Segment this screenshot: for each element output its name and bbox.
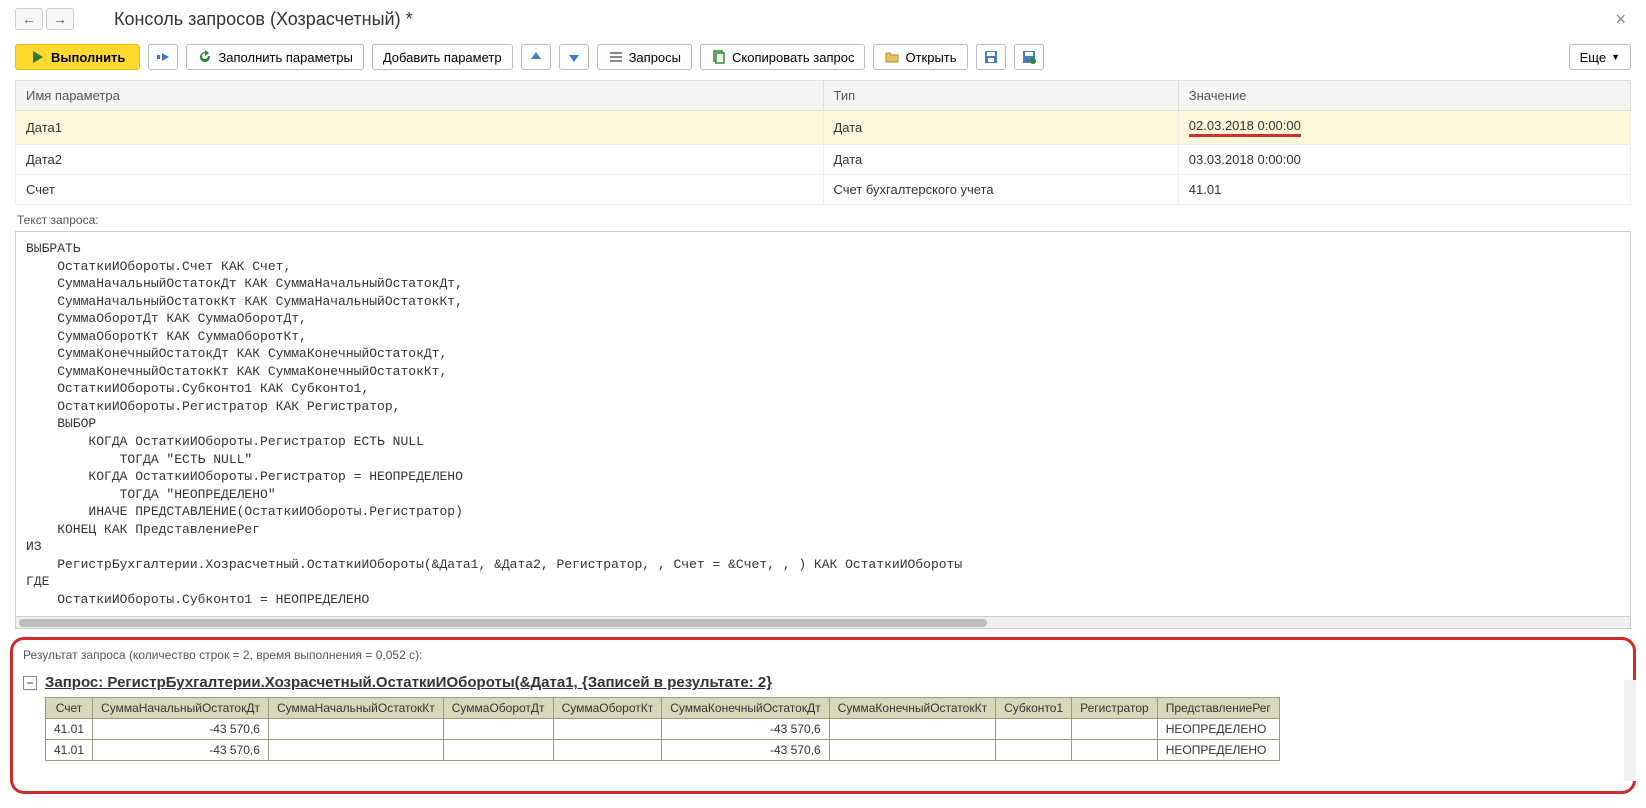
param-value-cell[interactable]: 41.01 — [1178, 175, 1630, 205]
more-button[interactable]: Еще ▼ — [1569, 44, 1631, 70]
results-row[interactable]: 41.01-43 570,6-43 570,6НЕОПРЕДЕЛЕНО — [46, 719, 1280, 740]
close-icon[interactable]: × — [1610, 9, 1631, 30]
nav-back-button[interactable]: ← — [15, 8, 43, 30]
results-cell[interactable] — [268, 719, 443, 740]
save-as-button[interactable] — [1014, 44, 1044, 70]
execute-button[interactable]: Выполнить — [15, 44, 140, 70]
param-type-cell[interactable]: Дата — [823, 111, 1178, 145]
param-row[interactable]: Дата1Дата02.03.2018 0:00:00 — [16, 111, 1631, 145]
query-text-editor[interactable]: ВЫБРАТЬ ОстаткиИОбороты.Счет КАК Счет, С… — [15, 231, 1631, 617]
refresh-icon — [197, 49, 213, 65]
results-cell[interactable] — [553, 740, 662, 761]
arrow-up-icon — [528, 49, 544, 65]
step-debug-button[interactable] — [148, 44, 178, 70]
results-cell[interactable]: -43 570,6 — [93, 740, 269, 761]
queries-button[interactable]: Запросы — [597, 44, 692, 70]
param-type-cell[interactable]: Счет бухгалтерского учета — [823, 175, 1178, 205]
params-table[interactable]: Имя параметра Тип Значение Дата1Дата02.0… — [15, 80, 1631, 205]
play-icon — [30, 49, 46, 65]
nav-forward-button[interactable]: → — [46, 8, 74, 30]
results-col-Регистратор[interactable]: Регистратор — [1072, 698, 1158, 719]
results-cell[interactable] — [1072, 719, 1158, 740]
param-name-cell[interactable]: Дата1 — [16, 111, 824, 145]
results-cell[interactable] — [553, 719, 662, 740]
list-icon — [608, 49, 624, 65]
results-cell[interactable]: -43 570,6 — [662, 740, 830, 761]
results-row[interactable]: 41.01-43 570,6-43 570,6НЕОПРЕДЕЛЕНО — [46, 740, 1280, 761]
results-col-Счет[interactable]: Счет — [46, 698, 93, 719]
param-row[interactable]: СчетСчет бухгалтерского учета41.01 — [16, 175, 1631, 205]
results-cell[interactable] — [1072, 740, 1158, 761]
copy-query-button[interactable]: Скопировать запрос — [700, 44, 865, 70]
page-title: Консоль запросов (Хозрасчетный) * — [84, 9, 413, 30]
save-icon — [983, 49, 999, 65]
results-cell[interactable]: НЕОПРЕДЕЛЕНО — [1157, 719, 1279, 740]
param-row[interactable]: Дата2Дата03.03.2018 0:00:00 — [16, 145, 1631, 175]
results-col-ПредставлениеРег[interactable]: ПредставлениеРег — [1157, 698, 1279, 719]
open-button[interactable]: Открыть — [873, 44, 967, 70]
results-cell[interactable] — [443, 719, 553, 740]
results-cell[interactable] — [268, 740, 443, 761]
results-cell[interactable] — [829, 719, 995, 740]
folder-open-icon — [884, 49, 900, 65]
copy-icon — [711, 49, 727, 65]
results-col-СуммаОборотКт[interactable]: СуммаОборотКт — [553, 698, 662, 719]
results-cell[interactable] — [443, 740, 553, 761]
step-icon — [155, 49, 171, 65]
results-summary-label: Результат запроса (количество строк = 2,… — [23, 648, 1623, 662]
results-cell[interactable]: -43 570,6 — [93, 719, 269, 740]
move-up-button[interactable] — [521, 44, 551, 70]
results-cell[interactable] — [996, 740, 1072, 761]
save-as-icon — [1021, 49, 1037, 65]
results-col-СуммаОборотДт[interactable]: СуммаОборотДт — [443, 698, 553, 719]
param-type-cell[interactable]: Дата — [823, 145, 1178, 175]
save-button[interactable] — [976, 44, 1006, 70]
col-param-value[interactable]: Значение — [1178, 81, 1630, 111]
col-param-name[interactable]: Имя параметра — [16, 81, 824, 111]
results-table[interactable]: СчетСуммаНачальныйОстатокДтСуммаНачальны… — [45, 697, 1280, 761]
results-cell[interactable]: 41.01 — [46, 740, 93, 761]
param-name-cell[interactable]: Дата2 — [16, 145, 824, 175]
results-col-СуммаКонечныйОстатокДт[interactable]: СуммаКонечныйОстатокДт — [662, 698, 830, 719]
fill-params-button[interactable]: Заполнить параметры — [186, 44, 363, 70]
query-text-label: Текст запроса: — [15, 205, 1631, 231]
results-col-СуммаКонечныйОстатокКт[interactable]: СуммаКонечныйОстатокКт — [829, 698, 995, 719]
results-cell[interactable]: 41.01 — [46, 719, 93, 740]
results-col-СуммаНачальныйОстатокДт[interactable]: СуммаНачальныйОстатокДт — [93, 698, 269, 719]
arrow-down-icon — [566, 49, 582, 65]
results-cell[interactable]: НЕОПРЕДЕЛЕНО — [1157, 740, 1279, 761]
query-horizontal-scrollbar[interactable] — [15, 617, 1631, 629]
param-value-cell[interactable]: 03.03.2018 0:00:00 — [1178, 145, 1630, 175]
param-name-cell[interactable]: Счет — [16, 175, 824, 205]
results-vertical-scrollbar[interactable] — [1624, 680, 1636, 781]
add-param-button[interactable]: Добавить параметр — [372, 44, 513, 70]
chevron-down-icon: ▼ — [1611, 52, 1620, 62]
results-cell[interactable] — [829, 740, 995, 761]
col-param-type[interactable]: Тип — [823, 81, 1178, 111]
results-query-heading: Запрос: РегистрБухгалтерии.Хозрасчетный.… — [45, 674, 1623, 691]
results-col-Субконто1[interactable]: Субконто1 — [996, 698, 1072, 719]
collapse-toggle[interactable]: − — [23, 676, 37, 690]
results-cell[interactable]: -43 570,6 — [662, 719, 830, 740]
results-cell[interactable] — [996, 719, 1072, 740]
results-col-СуммаНачальныйОстатокКт[interactable]: СуммаНачальныйОстатокКт — [268, 698, 443, 719]
param-value-cell[interactable]: 02.03.2018 0:00:00 — [1178, 111, 1630, 145]
move-down-button[interactable] — [559, 44, 589, 70]
